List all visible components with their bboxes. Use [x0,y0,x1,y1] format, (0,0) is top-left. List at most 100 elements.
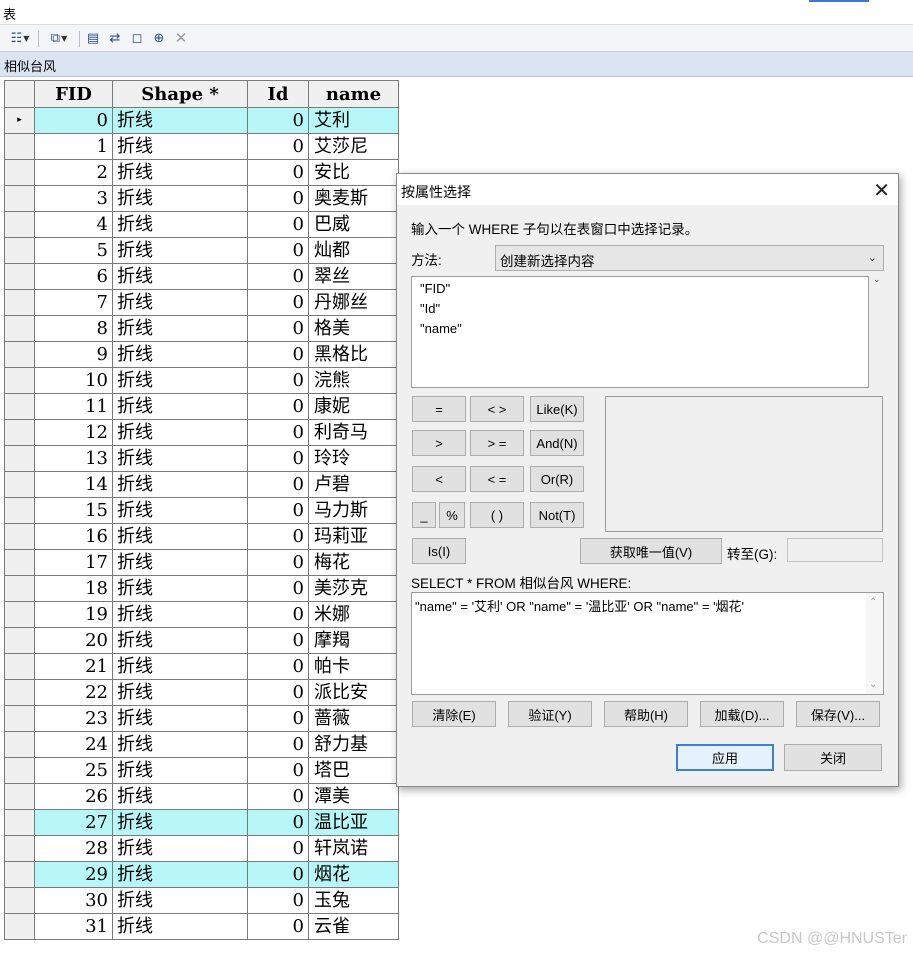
table-row[interactable]: 13 折线 0 玲玲 [4,445,399,472]
table-row[interactable]: 1 折线 0 艾莎尼 [4,133,399,160]
table-row[interactable]: 31 折线 0 云雀 [4,913,399,940]
table-row[interactable]: 21 折线 0 帕卡 [4,653,399,680]
row-selector[interactable] [4,133,35,160]
row-selector[interactable] [4,627,35,654]
verify-button[interactable]: 验证(Y) [508,701,592,727]
table-row[interactable]: 19 折线 0 米娜 [4,601,399,628]
operator-underscore-button[interactable]: _ [412,502,436,528]
row-selector[interactable] [4,887,35,914]
table-row[interactable]: 23 折线 0 蔷薇 [4,705,399,732]
table-row[interactable]: 22 折线 0 派比安 [4,679,399,706]
operator-like-button[interactable]: Like(K) [530,396,584,422]
row-selector[interactable] [4,861,35,888]
table-row[interactable]: 12 折线 0 利奇马 [4,419,399,446]
table-row[interactable]: 5 折线 0 灿都 [4,237,399,264]
table-row[interactable]: ▸ 0 折线 0 艾利 [4,107,399,134]
goto-input[interactable] [787,538,883,562]
table-row[interactable]: 26 折线 0 潭美 [4,783,399,810]
row-selector[interactable] [4,419,35,446]
row-selector[interactable] [4,367,35,394]
scroll-down-icon[interactable]: ⌄ [869,679,877,690]
operator-less-button[interactable]: < [412,466,466,492]
operator-and-button[interactable]: And(N) [530,430,584,456]
row-selector[interactable] [4,913,35,940]
table-row[interactable]: 18 折线 0 美莎克 [4,575,399,602]
table-row[interactable]: 16 折线 0 玛莉亚 [4,523,399,550]
table-row[interactable]: 6 折线 0 翠丝 [4,263,399,290]
operator-less-equal-button[interactable]: < = [470,466,524,492]
clear-button[interactable]: 清除(E) [412,701,496,727]
table-row[interactable]: 24 折线 0 舒力基 [4,731,399,758]
operator-greater-button[interactable]: > [412,430,466,456]
operator-percent-button[interactable]: % [439,502,465,528]
operator-or-button[interactable]: Or(R) [530,466,584,492]
row-selector[interactable] [4,497,35,524]
table-row[interactable]: 28 折线 0 轩岚诺 [4,835,399,862]
help-button[interactable]: 帮助(H) [604,701,688,727]
scroll-up-icon[interactable]: ⌃ [869,597,877,608]
row-selector[interactable] [4,809,35,836]
method-select[interactable]: 创建新选择内容 ⌄ [495,245,884,271]
row-selector[interactable] [4,159,35,186]
column-header-name[interactable]: name [308,80,399,108]
get-unique-values-button[interactable]: 获取唯一值(V) [580,538,722,564]
row-selector[interactable] [4,705,35,732]
row-selector[interactable] [4,237,35,264]
column-header-id[interactable]: Id [247,80,309,108]
row-selector[interactable] [4,185,35,212]
tab-table-name[interactable]: 相似台风 [4,56,56,75]
operator-greater-equal-button[interactable]: > = [470,430,524,456]
operator-is-button[interactable]: Is(I) [412,538,466,564]
operator-parentheses-button[interactable]: ( ) [470,502,524,528]
row-selector-header[interactable] [4,80,35,108]
load-button[interactable]: 加载(D)... [700,701,784,727]
operator-not-equals-button[interactable]: < > [470,396,524,422]
row-selector[interactable] [4,679,35,706]
column-header-shape[interactable]: Shape * [112,80,248,108]
table-row[interactable]: 9 折线 0 黑格比 [4,341,399,368]
close-icon[interactable]: ✕ [873,178,890,203]
table-row[interactable]: 25 折线 0 塔巴 [4,757,399,784]
table-row[interactable]: 7 折线 0 丹娜丝 [4,289,399,316]
row-selector[interactable] [4,549,35,576]
table-options-icon[interactable]: ☷ ▼ [6,29,34,47]
row-selector[interactable] [4,835,35,862]
table-row[interactable]: 2 折线 0 安比 [4,159,399,186]
table-row[interactable]: 10 折线 0 浣熊 [4,367,399,394]
row-selector[interactable] [4,471,35,498]
row-selector[interactable] [4,263,35,290]
table-row[interactable]: 11 折线 0 康妮 [4,393,399,420]
row-selector[interactable] [4,601,35,628]
apply-button[interactable]: 应用 [676,744,774,771]
row-selector[interactable] [4,783,35,810]
table-row[interactable]: 30 折线 0 玉兔 [4,887,399,914]
table-row[interactable]: 17 折线 0 梅花 [4,549,399,576]
field-list[interactable]: "FID" "Id" "name" [411,276,869,388]
table-row[interactable]: 14 折线 0 卢碧 [4,471,399,498]
delete-selected-icon[interactable]: ✕ [172,29,190,47]
table-row[interactable]: 3 折线 0 奥麦斯 [4,185,399,212]
operator-not-button[interactable]: Not(T) [530,502,584,528]
table-row[interactable]: 29 折线 0 烟花 [4,861,399,888]
table-row[interactable]: 20 折线 0 摩羯 [4,627,399,654]
table-row[interactable]: 15 折线 0 马力斯 [4,497,399,524]
table-row[interactable]: 4 折线 0 巴威 [4,211,399,238]
row-selector[interactable] [4,757,35,784]
sql-scrollbar[interactable]: ⌃ ⌄ [866,593,883,694]
switch-selection-icon[interactable]: ⇄ [106,29,124,47]
save-button[interactable]: 保存(V)... [796,701,880,727]
column-header-fid[interactable]: FID [34,80,113,108]
row-selector[interactable] [4,653,35,680]
row-selector[interactable] [4,211,35,238]
row-selector[interactable] [4,575,35,602]
row-selector[interactable] [4,445,35,472]
clear-selection-icon[interactable]: ◻ [128,29,146,47]
row-selector[interactable] [4,341,35,368]
field-item-fid[interactable]: "FID" [420,281,450,296]
row-selector[interactable] [4,731,35,758]
operator-equals-button[interactable]: = [412,396,466,422]
unique-values-list[interactable] [605,396,883,532]
row-selector[interactable] [4,315,35,342]
sql-expression-textarea[interactable]: "name" = '艾利' OR "name" = '温比亚' OR "name… [411,592,884,695]
row-selector[interactable] [4,289,35,316]
